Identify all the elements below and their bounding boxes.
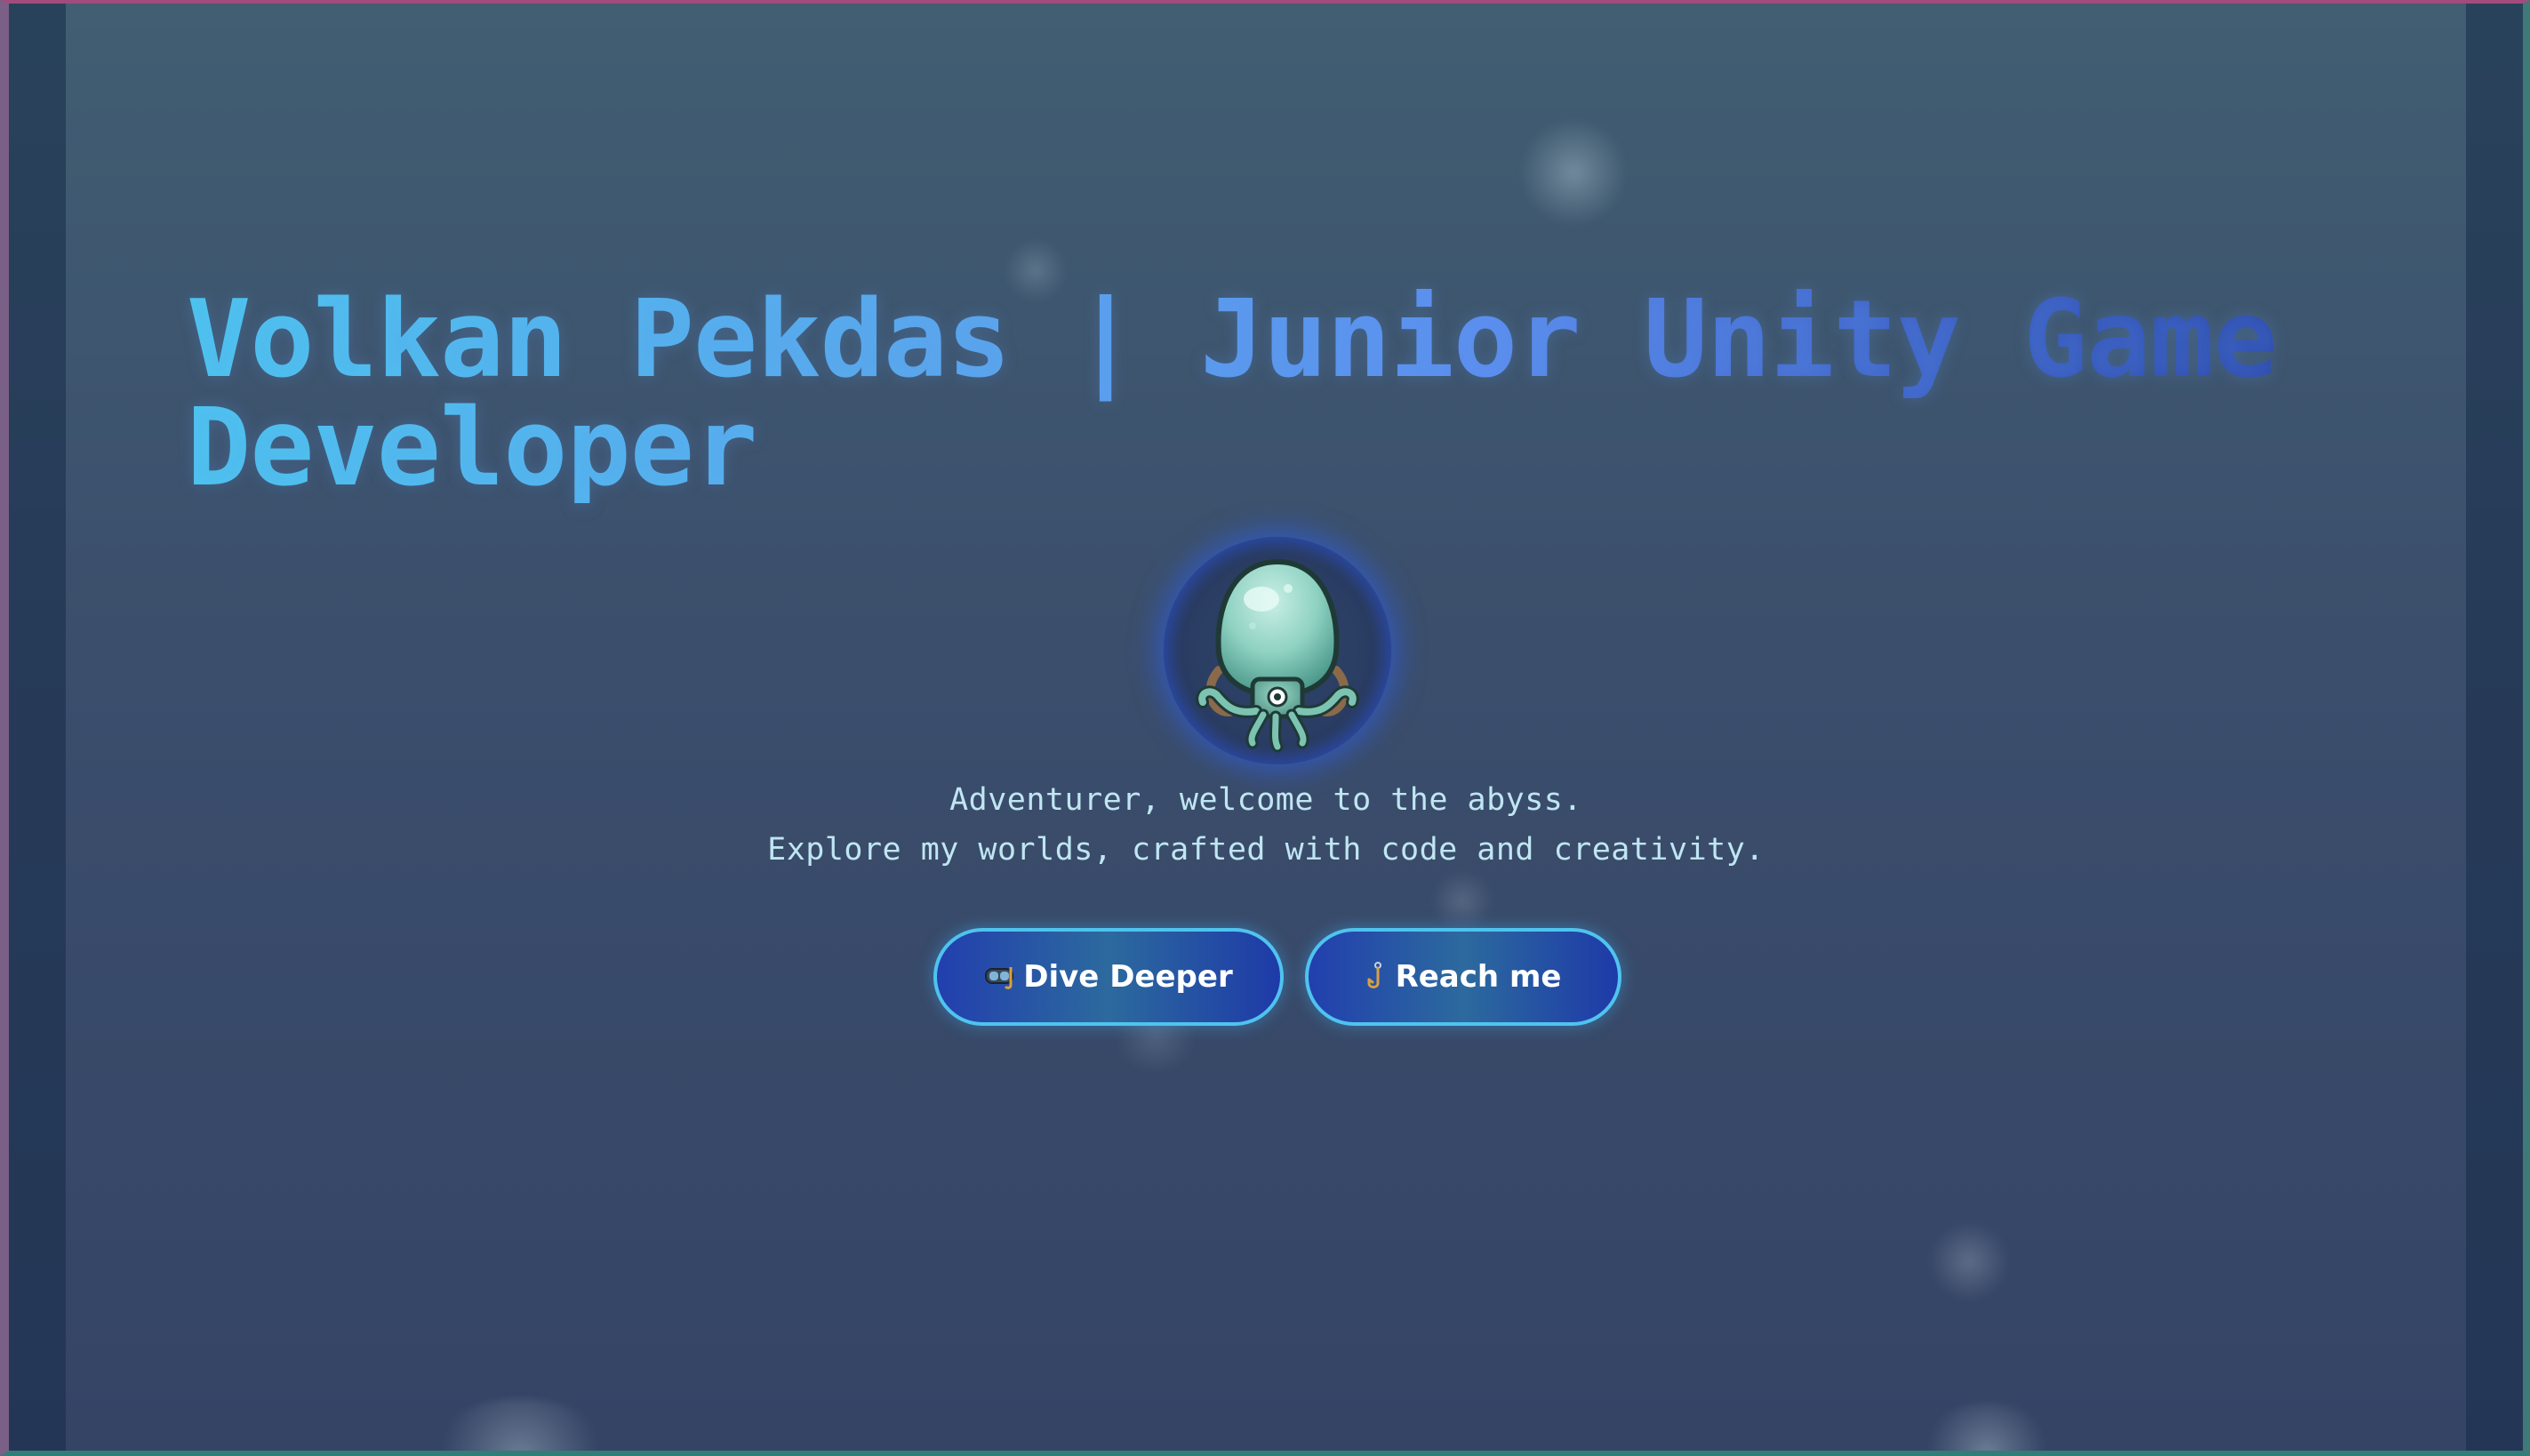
left-edge-panel bbox=[9, 4, 66, 1451]
fishing-hook-icon bbox=[1365, 962, 1387, 992]
tagline-line-1: Adventurer, welcome to the abyss. bbox=[949, 782, 1582, 818]
bubble bbox=[1431, 870, 1493, 932]
octopus-squid-icon bbox=[1196, 558, 1359, 753]
avatar bbox=[1164, 537, 1391, 764]
bubble bbox=[1520, 119, 1627, 226]
bubble bbox=[1929, 1221, 2009, 1301]
reach-me-label: Reach me bbox=[1395, 959, 1562, 995]
bubble bbox=[1920, 1404, 2054, 1451]
reach-me-button[interactable]: Reach me bbox=[1305, 928, 1621, 1026]
page-title: Volkan Pekdas | Junior Unity Game Develo… bbox=[187, 286, 2345, 503]
dive-deeper-button[interactable]: Dive Deeper bbox=[933, 928, 1284, 1026]
dive-deeper-label: Dive Deeper bbox=[1023, 959, 1233, 995]
bubble bbox=[427, 1399, 613, 1451]
diving-mask-icon bbox=[984, 964, 1014, 990]
right-edge-panel bbox=[2466, 4, 2523, 1451]
page-frame: Volkan Pekdas | Junior Unity Game Develo… bbox=[0, 0, 2530, 1456]
tagline-line-2: Explore my worlds, crafted with code and… bbox=[767, 832, 1765, 868]
